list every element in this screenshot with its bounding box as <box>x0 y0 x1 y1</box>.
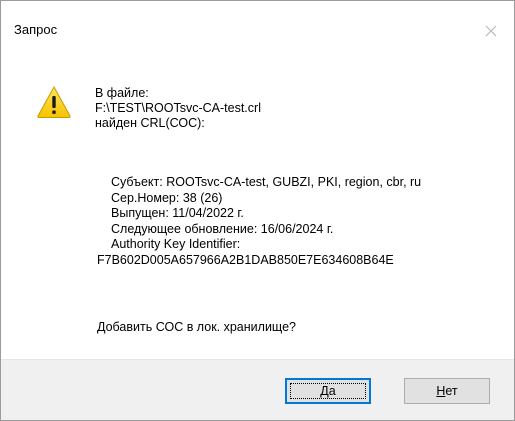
button-bar: Да Нет <box>1 359 514 420</box>
focus-rectangle <box>290 383 366 399</box>
no-accel-key: Н <box>436 384 446 398</box>
yes-button[interactable]: Да <box>285 378 371 404</box>
message-line: В файле: <box>95 86 149 100</box>
subject-line: Субъект: ROOTsvc-CA-test, GUBZI, PKI, re… <box>111 175 422 189</box>
next-update-line: Следующее обновление: 16/06/2024 г. <box>111 221 334 236</box>
message-line: найден CRL(СОС): <box>95 116 205 130</box>
message-header: В файле: F:\TEST\ROOTsvc-CA-test.crl най… <box>95 86 261 131</box>
title-bar[interactable]: Запрос <box>1 1 514 61</box>
dialog-content: В файле: F:\TEST\ROOTsvc-CA-test.crl най… <box>1 61 514 359</box>
issued-line: Выпущен: 11/04/2022 г. <box>111 206 244 220</box>
aki-value: F7B602D005A657966A2B1DAB850E7E634608B64E <box>97 252 394 267</box>
crl-details: Субъект: ROOTsvc-CA-test, GUBZI, PKI, re… <box>97 175 421 268</box>
file-path: F:\TEST\ROOTsvc-CA-test.crl <box>95 101 261 115</box>
dialog-title: Запрос <box>14 22 58 37</box>
serial-line: Сер.Номер: 38 (26) <box>111 190 223 205</box>
no-label-rest: ет <box>445 384 458 398</box>
warning-icon <box>37 85 71 118</box>
aki-label: Authority Key Identifier: <box>111 237 241 251</box>
question-text: Добавить СОС в лок. хранилище? <box>97 320 296 334</box>
no-button[interactable]: Нет <box>404 378 490 404</box>
close-icon <box>485 25 497 37</box>
close-button[interactable] <box>468 1 514 61</box>
message-dialog: Запрос В файле: F:\TEST\ROOTsvc-CA-test.… <box>0 0 515 421</box>
